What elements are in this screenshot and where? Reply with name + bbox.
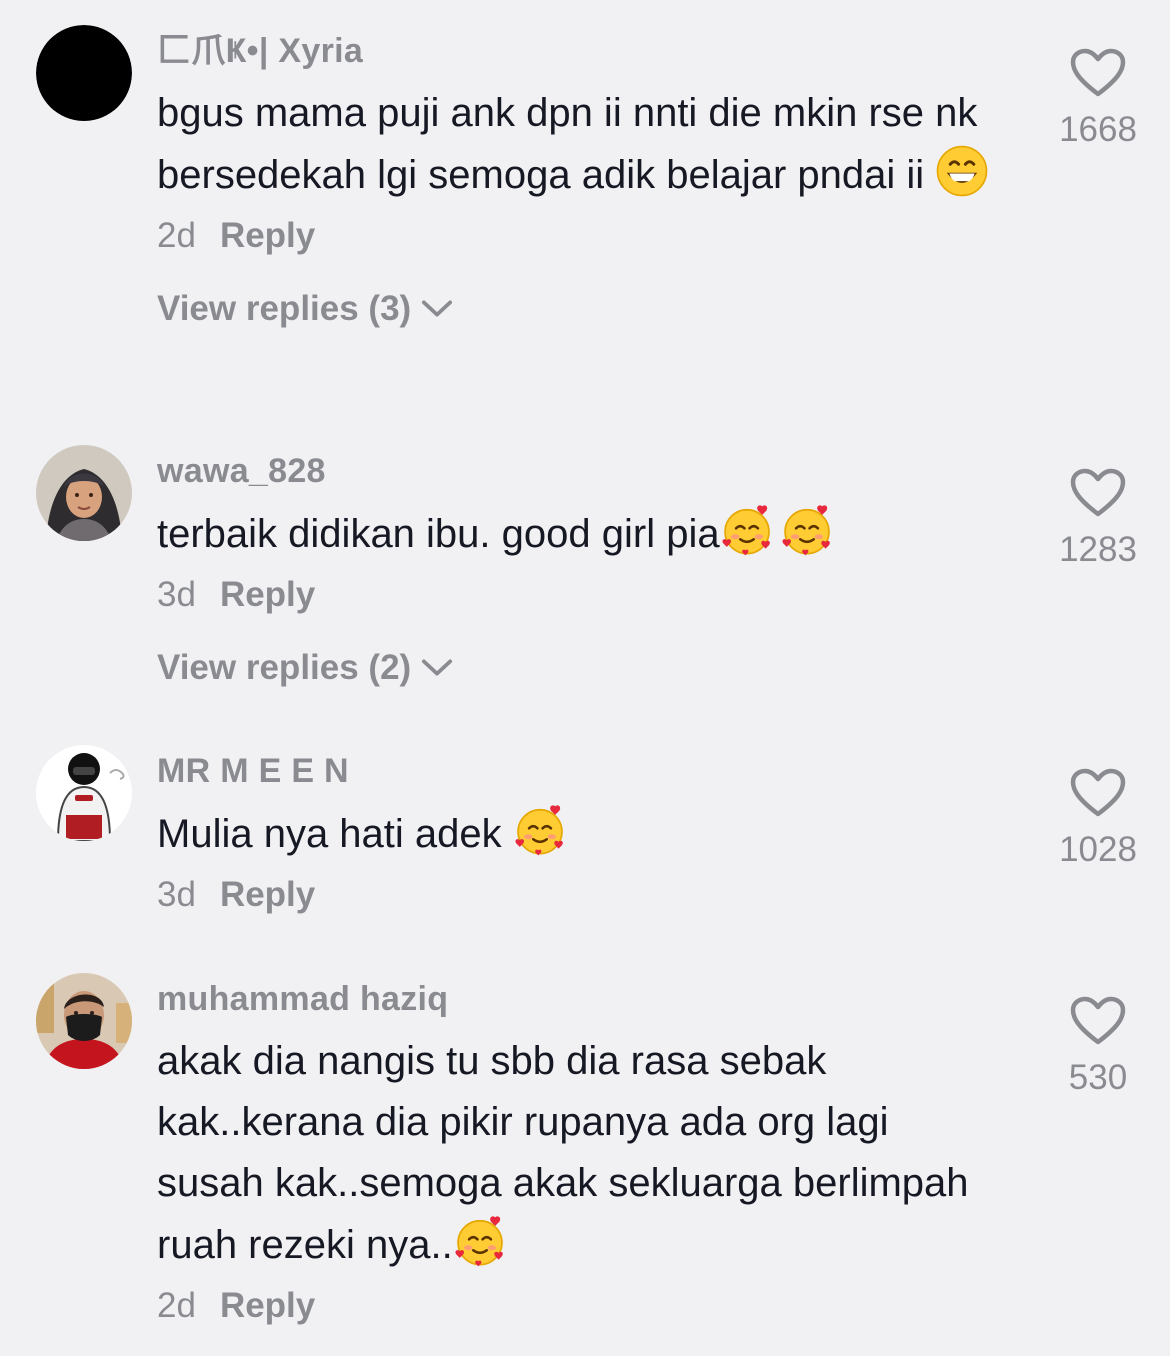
reply-button[interactable]: Reply	[220, 875, 315, 914]
heart-outline-icon[interactable]	[1070, 468, 1126, 518]
comment-body: MR M E E N Mulia nya hati adek 3d Reply	[157, 751, 1027, 915]
reply-button[interactable]: Reply	[220, 575, 315, 614]
reply-button[interactable]: Reply	[220, 1286, 315, 1325]
comment-username[interactable]: MR M E E N	[157, 751, 1027, 791]
comment-time: 2d	[157, 1286, 196, 1325]
comment-username[interactable]: 匚爪Ҝ•| Xyria	[157, 31, 1027, 71]
comment-text: bgus mama puji ank dpn ii nnti die mkin …	[157, 83, 1027, 206]
comment-body: muhammad haziq akak dia nangis tu sbb di…	[157, 979, 1027, 1326]
chevron-down-icon	[421, 658, 453, 678]
comment-body: wawa_828 terbaik didikan ibu. good girl …	[157, 451, 1027, 688]
heart-outline-icon[interactable]	[1070, 996, 1126, 1046]
smiling-face-with-hearts-icon	[720, 503, 774, 557]
comment-username[interactable]: wawa_828	[157, 451, 1027, 491]
comment-meta: 2d Reply	[157, 1286, 1027, 1326]
view-replies-button[interactable]: View replies (3)	[157, 289, 1027, 329]
grinning-face-icon	[935, 144, 989, 198]
view-replies-label: View replies (2)	[157, 648, 412, 687]
comment-meta: 3d Reply	[157, 875, 1027, 915]
avatar[interactable]	[36, 25, 132, 121]
like-button[interactable]: 1668	[1050, 48, 1146, 150]
comment-text-content: bgus mama puji ank dpn ii nnti die mkin …	[157, 91, 978, 197]
comment-time: 3d	[157, 875, 196, 914]
comment-text-content: terbaik didikan ibu. good girl pia	[157, 512, 720, 556]
like-button[interactable]: 530	[1050, 996, 1146, 1098]
avatar[interactable]	[36, 445, 132, 541]
chevron-down-icon	[421, 299, 453, 319]
view-replies-label: View replies (3)	[157, 289, 412, 328]
reply-button[interactable]: Reply	[220, 216, 315, 255]
comment-time: 2d	[157, 216, 196, 255]
heart-outline-icon[interactable]	[1070, 48, 1126, 98]
view-replies-button[interactable]: View replies (2)	[157, 648, 1027, 688]
like-count: 1668	[1059, 110, 1137, 149]
comment-text: Mulia nya hati adek	[157, 803, 1027, 865]
like-count: 530	[1068, 1058, 1128, 1097]
avatar[interactable]	[36, 973, 132, 1069]
avatar[interactable]	[36, 745, 132, 841]
comment-username[interactable]: muhammad haziq	[157, 979, 1027, 1019]
like-count: 1028	[1059, 830, 1137, 869]
comment-text-content: akak dia nangis tu sbb dia rasa sebak ka…	[157, 1039, 969, 1267]
comment-text: akak dia nangis tu sbb dia rasa sebak ka…	[157, 1031, 977, 1276]
comment-time: 3d	[157, 575, 196, 614]
comment-text-content: Mulia nya hati adek	[157, 812, 502, 856]
smiling-face-with-hearts-icon	[780, 503, 834, 557]
like-count: 1283	[1059, 530, 1137, 569]
like-button[interactable]: 1028	[1050, 768, 1146, 870]
heart-outline-icon[interactable]	[1070, 768, 1126, 818]
smiling-face-with-hearts-icon	[453, 1214, 507, 1268]
comment-text: terbaik didikan ibu. good girl pia	[157, 503, 1027, 565]
comment-meta: 3d Reply	[157, 575, 1027, 615]
comment-body: 匚爪Ҝ•| Xyria bgus mama puji ank dpn ii nn…	[157, 31, 1027, 329]
like-button[interactable]: 1283	[1050, 468, 1146, 570]
smiling-face-with-hearts-icon	[513, 803, 567, 857]
comment-meta: 2d Reply	[157, 216, 1027, 256]
